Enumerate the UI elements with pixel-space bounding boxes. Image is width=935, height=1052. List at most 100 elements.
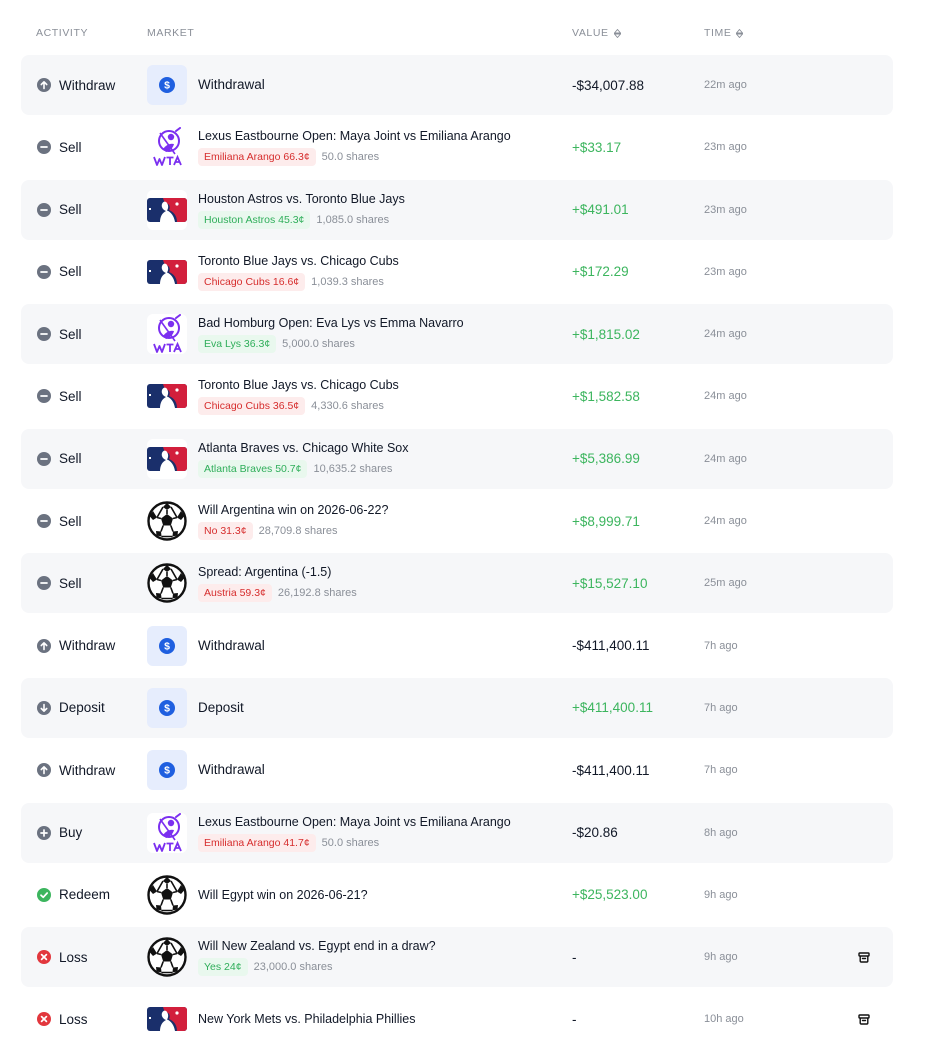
- market-title[interactable]: Bad Homburg Open: Eva Lys vs Emma Navarr…: [198, 315, 464, 331]
- value-amount: +$172.29: [572, 264, 629, 280]
- position-details: Emiliana Arango 41.7¢ 50.0 shares: [198, 833, 511, 852]
- mlb-logo-icon[interactable]: [147, 438, 187, 479]
- time-ago: 10h ago: [704, 1013, 744, 1026]
- activity-row[interactable]: Withdraw $ Withdrawal -$411,400.11 7h ago: [21, 615, 893, 676]
- dollar-coin-icon[interactable]: $: [147, 687, 187, 728]
- market-title[interactable]: Withdrawal: [198, 638, 265, 654]
- activity-label: Sell: [59, 326, 82, 342]
- mlb-logo-icon[interactable]: [147, 376, 187, 417]
- wta-logo-icon[interactable]: [147, 812, 187, 853]
- soccer-ball-icon[interactable]: [147, 875, 187, 915]
- position-details: No 31.3¢ 28,709.8 shares: [198, 522, 388, 541]
- activity-row[interactable]: Deposit $ Deposit +$411,400.11 7h ago: [21, 677, 893, 738]
- value-amount: +$1,815.02: [572, 326, 640, 342]
- market-title[interactable]: New York Mets vs. Philadelphia Phillies: [198, 1011, 415, 1027]
- activity-cell: Sell: [37, 117, 82, 177]
- minus-circle-icon: [37, 389, 51, 404]
- soccer-ball-icon[interactable]: [147, 563, 187, 604]
- activity-label: Sell: [59, 202, 82, 218]
- column-header-value[interactable]: VALUE: [572, 27, 621, 39]
- market-title[interactable]: Lexus Eastbourne Open: Maya Joint vs Emi…: [198, 814, 511, 830]
- market-title[interactable]: Will Egypt win on 2026-06-21?: [198, 887, 368, 903]
- arrow-up-circle-icon: [37, 763, 51, 778]
- activity-label: Sell: [59, 513, 82, 529]
- market-title[interactable]: Will New Zealand vs. Egypt end in a draw…: [198, 938, 436, 954]
- activity-row[interactable]: Withdraw $ Withdrawal -$34,007.88 22m ago: [21, 55, 893, 115]
- dollar-coin-icon[interactable]: $: [147, 750, 187, 791]
- activity-row[interactable]: Sell Will Argentina win on 2026-06-22? No …: [21, 491, 893, 552]
- activity-row[interactable]: Sell Lexus Eastbourne Open: Maya Joint vs…: [21, 117, 893, 178]
- shares-count: 23,000.0 shares: [253, 961, 333, 974]
- market-title[interactable]: Will Argentina win on 2026-06-22?: [198, 502, 388, 518]
- market-title[interactable]: Withdrawal: [198, 77, 265, 93]
- market-cell: Toronto Blue Jays vs. Chicago Cubs Chicag…: [198, 366, 399, 426]
- shares-count: 50.0 shares: [321, 836, 380, 849]
- svg-text:$: $: [164, 703, 170, 715]
- soccer-ball-icon[interactable]: [147, 937, 187, 977]
- minus-circle-icon: [37, 514, 51, 529]
- sort-icon[interactable]: [613, 28, 621, 38]
- market-title[interactable]: Atlanta Braves vs. Chicago White Sox: [198, 440, 409, 456]
- value-amount: -$20.86: [572, 825, 618, 841]
- activity-row[interactable]: Redeem Will Egypt win on 2026-06-21? +$25,…: [21, 864, 893, 925]
- activity-row[interactable]: Buy Lexus Eastbourne Open: Maya Joint vs …: [21, 802, 893, 863]
- activity-cell: Redeem: [37, 865, 110, 925]
- time-ago: 25m ago: [704, 577, 747, 590]
- activity-row[interactable]: Sell Houston Astros vs. Toronto Blue Jays…: [21, 179, 893, 240]
- column-header-time[interactable]: TIME: [704, 27, 744, 39]
- market-title[interactable]: Toronto Blue Jays vs. Chicago Cubs: [198, 377, 399, 393]
- archive-icon[interactable]: [857, 1012, 871, 1026]
- activity-cell: Loss: [37, 927, 88, 987]
- activity-cell: Loss: [37, 989, 88, 1049]
- activity-row[interactable]: Sell Spread: Argentina (-1.5) Austria 59.3…: [21, 553, 893, 614]
- position-details: Yes 24¢ 23,000.0 shares: [198, 958, 436, 977]
- mlb-logo-icon[interactable]: [147, 251, 187, 292]
- svg-text:$: $: [164, 765, 170, 777]
- market-title[interactable]: Houston Astros vs. Toronto Blue Jays: [198, 191, 405, 207]
- time-ago: 24m ago: [704, 515, 747, 528]
- mlb-logo-icon[interactable]: [147, 999, 187, 1040]
- activity-row[interactable]: Sell Atlanta Braves vs. Chicago White Sox…: [21, 428, 893, 489]
- wta-logo-icon[interactable]: [147, 314, 187, 355]
- dollar-coin-icon[interactable]: $: [147, 65, 187, 105]
- dollar-coin-icon[interactable]: $: [147, 625, 187, 666]
- column-header-activity: ACTIVITY: [36, 27, 88, 39]
- market-title[interactable]: Lexus Eastbourne Open: Maya Joint vs Emi…: [198, 128, 511, 144]
- activity-cell: Sell: [37, 180, 82, 240]
- activity-row[interactable]: Loss New York Mets vs. Philadelphia Phill…: [21, 989, 893, 1050]
- market-title[interactable]: Deposit: [198, 700, 244, 716]
- activity-label: Sell: [59, 451, 82, 467]
- activity-row[interactable]: Loss Will New Zealand vs. Egypt end in a …: [21, 927, 893, 988]
- activity-label: Withdraw: [59, 638, 116, 654]
- sort-icon[interactable]: [736, 28, 744, 38]
- activity-cell: Withdraw: [37, 740, 115, 800]
- shares-count: 1,039.3 shares: [311, 275, 384, 288]
- market-cell: Withdrawal: [198, 55, 265, 115]
- outcome-price-badge: Yes 24¢: [198, 958, 248, 977]
- mlb-logo-icon[interactable]: [147, 189, 187, 230]
- market-title[interactable]: Toronto Blue Jays vs. Chicago Cubs: [198, 253, 399, 269]
- shares-count: 5,000.0 shares: [282, 338, 355, 351]
- activity-row[interactable]: Sell Toronto Blue Jays vs. Chicago Cubs Ch…: [21, 241, 893, 302]
- svg-text:$: $: [164, 640, 170, 652]
- arrow-up-circle-icon: [37, 78, 51, 92]
- activity-label: Sell: [59, 264, 82, 280]
- activity-label: Loss: [59, 949, 88, 965]
- wta-logo-icon[interactable]: [147, 127, 187, 168]
- activity-label: Deposit: [59, 700, 105, 716]
- activity-row[interactable]: Sell Bad Homburg Open: Eva Lys vs Emma Na…: [21, 304, 893, 365]
- archive-icon[interactable]: [857, 950, 871, 964]
- soccer-ball-icon[interactable]: [147, 501, 187, 541]
- time-ago: 7h ago: [704, 764, 738, 777]
- check-circle-icon: [37, 887, 51, 902]
- x-circle-icon: [37, 950, 51, 965]
- activity-list: Withdraw $ Withdrawal -$34,007.88 22m ago Sel…: [21, 55, 893, 1052]
- value-amount: +$15,527.10: [572, 575, 648, 591]
- market-title[interactable]: Spread: Argentina (-1.5): [198, 564, 357, 580]
- activity-row[interactable]: Withdraw $ Withdrawal -$411,400.11 7h ago: [21, 740, 893, 801]
- time-ago: 9h ago: [704, 888, 738, 901]
- activity-label: Sell: [59, 139, 82, 155]
- activity-row[interactable]: Sell Toronto Blue Jays vs. Chicago Cubs Ch…: [21, 366, 893, 427]
- activity-cell: Deposit: [37, 678, 105, 738]
- market-title[interactable]: Withdrawal: [198, 762, 265, 778]
